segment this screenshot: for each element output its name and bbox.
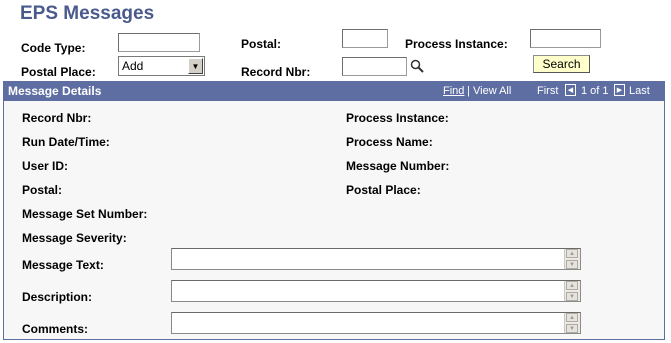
- row-count: 1 of 1: [581, 85, 609, 97]
- detail-user-id-label: User ID:: [22, 159, 69, 173]
- detail-message-set-number-label: Message Set Number:: [22, 207, 148, 221]
- scrollbar[interactable]: ▲ ▼: [564, 313, 580, 333]
- scroll-down-icon[interactable]: ▼: [566, 260, 578, 269]
- detail-description-label: Description:: [22, 290, 93, 304]
- scroll-down-icon[interactable]: ▼: [566, 292, 578, 301]
- detail-message-severity-label: Message Severity:: [22, 231, 127, 245]
- code-type-label: Code Type:: [21, 41, 86, 55]
- detail-postal-label: Postal:: [22, 183, 63, 197]
- previous-arrow-icon[interactable]: ◀: [565, 84, 576, 96]
- postal-label: Postal:: [241, 37, 282, 51]
- search-button[interactable]: Search: [533, 55, 590, 73]
- message-details-panel: Message Details Find | View All First ◀ …: [3, 81, 665, 340]
- scroll-up-icon[interactable]: ▲: [566, 249, 578, 258]
- panel-header: Message Details Find | View All First ◀ …: [4, 82, 664, 101]
- process-instance-input[interactable]: [530, 29, 601, 48]
- next-arrow-icon[interactable]: ▶: [614, 84, 625, 96]
- detail-message-number-label: Message Number:: [346, 159, 450, 173]
- scroll-up-icon[interactable]: ▲: [566, 281, 578, 290]
- page-title: EPS Messages: [20, 3, 155, 24]
- detail-process-name-label: Process Name:: [346, 135, 433, 149]
- detail-process-instance-label: Process Instance:: [346, 111, 449, 125]
- detail-record-nbr-label: Record Nbr:: [22, 111, 92, 125]
- detail-run-datetime-label: Run Date/Time:: [22, 135, 110, 149]
- record-nbr-input[interactable]: [342, 57, 407, 76]
- nav-separator: |: [467, 85, 470, 97]
- magnifier-icon[interactable]: [409, 58, 425, 74]
- code-type-input[interactable]: [118, 33, 200, 52]
- view-all-link[interactable]: View All: [473, 85, 511, 97]
- postal-place-selected-value: Add: [122, 59, 144, 73]
- panel-title: Message Details: [8, 84, 102, 98]
- comments-area[interactable]: ▲ ▼: [171, 312, 581, 334]
- description-area[interactable]: ▲ ▼: [171, 280, 581, 302]
- postal-place-label: Postal Place:: [21, 65, 96, 79]
- record-nbr-label: Record Nbr:: [241, 65, 311, 79]
- scrollbar[interactable]: ▲ ▼: [564, 249, 580, 269]
- chevron-down-icon[interactable]: ▼: [188, 58, 203, 74]
- find-link[interactable]: Find: [443, 85, 464, 97]
- first-link[interactable]: First: [537, 85, 558, 97]
- postal-input[interactable]: [342, 29, 388, 48]
- last-link[interactable]: Last: [629, 85, 650, 97]
- scroll-down-icon[interactable]: ▼: [566, 324, 578, 333]
- detail-postal-place-label: Postal Place:: [346, 183, 421, 197]
- detail-message-text-label: Message Text:: [22, 258, 104, 272]
- process-instance-label: Process Instance:: [405, 37, 508, 51]
- scroll-up-icon[interactable]: ▲: [566, 313, 578, 322]
- detail-comments-label: Comments:: [22, 322, 89, 336]
- message-text-area[interactable]: ▲ ▼: [171, 248, 581, 270]
- postal-place-select[interactable]: Add ▼: [118, 56, 205, 76]
- scrollbar[interactable]: ▲ ▼: [564, 281, 580, 301]
